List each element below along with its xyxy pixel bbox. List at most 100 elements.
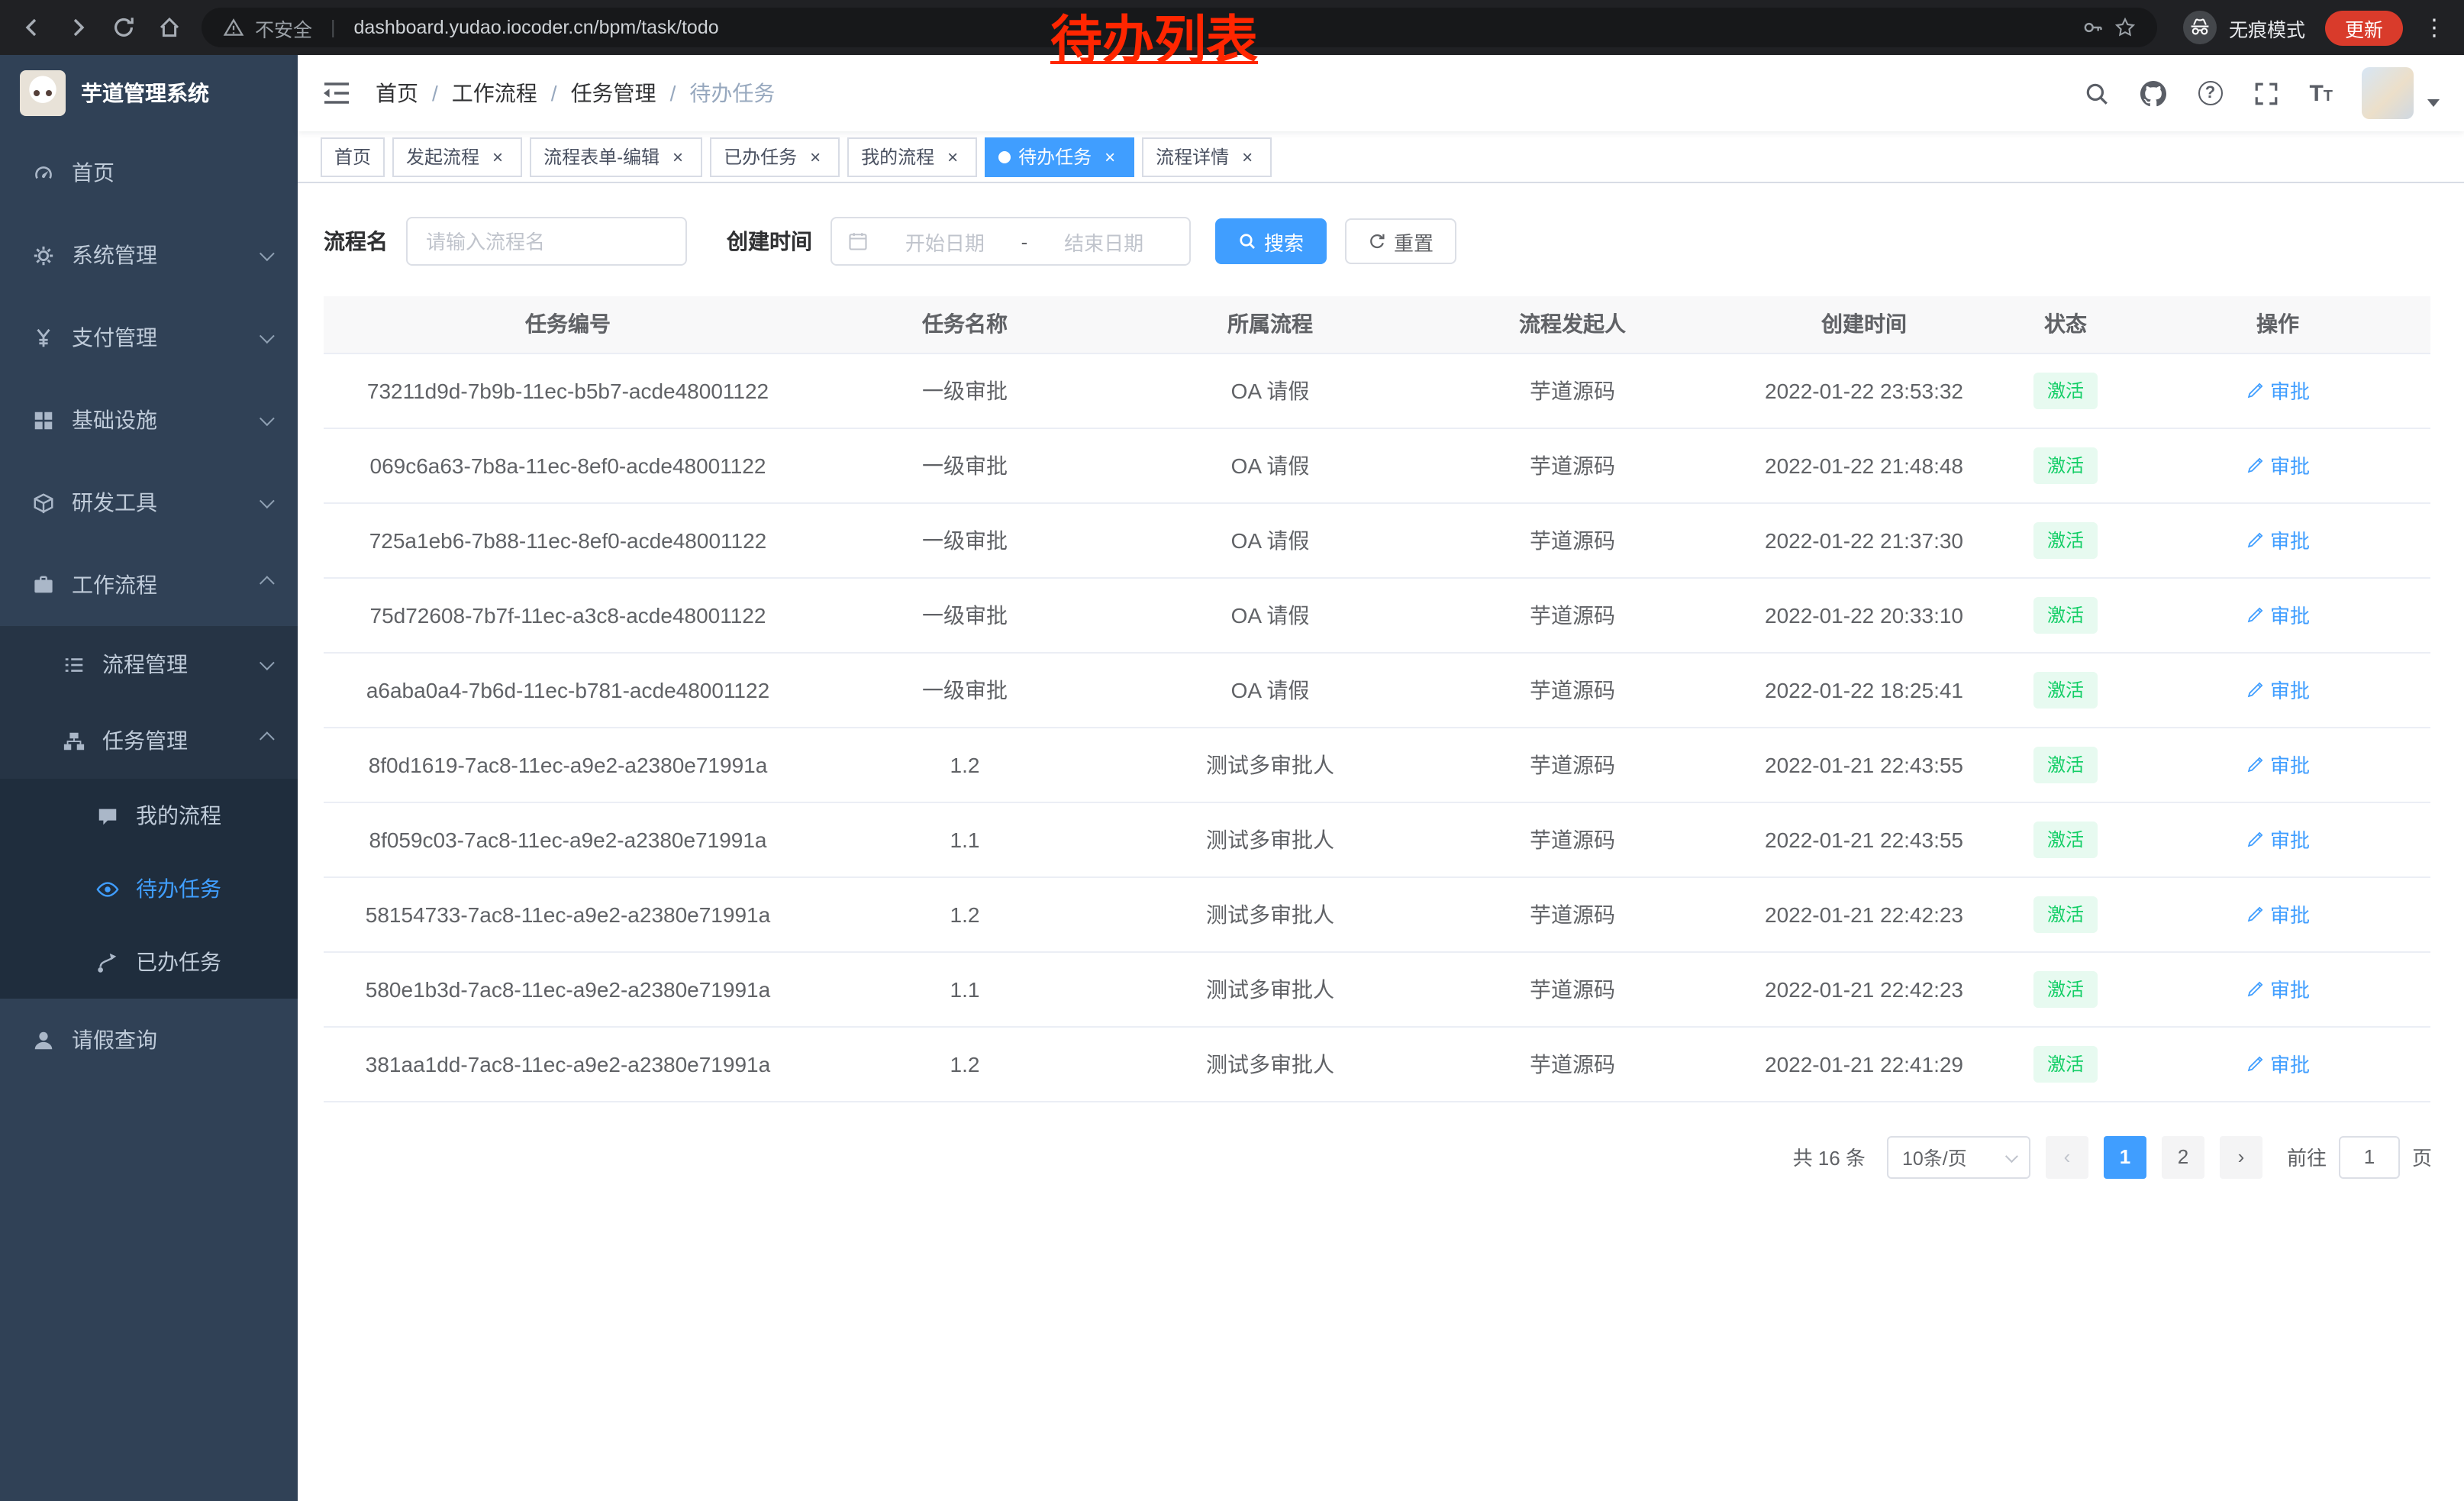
approve-link[interactable]: 审批 xyxy=(2246,600,2310,629)
cell-actions: 审批 xyxy=(2125,502,2430,577)
app-logo-row[interactable]: 芋道管理系统 xyxy=(0,55,298,131)
range-separator: - xyxy=(1021,230,1028,253)
list-icon xyxy=(61,652,85,676)
forward-button[interactable] xyxy=(64,15,90,40)
sidebar-item-workflow[interactable]: 工作流程 xyxy=(0,544,298,626)
approve-link[interactable]: 审批 xyxy=(2246,376,2310,405)
tab-done-tasks[interactable]: 已办任务 × xyxy=(710,137,840,176)
page-button-1[interactable]: 1 xyxy=(2104,1135,2146,1178)
sidebar-item-todo-tasks[interactable]: 待办任务 xyxy=(0,852,298,925)
close-icon[interactable]: × xyxy=(487,146,508,167)
browser-update-button[interactable]: 更新 xyxy=(2325,10,2403,45)
page-button-2[interactable]: 2 xyxy=(2162,1135,2204,1178)
tab-form-edit[interactable]: 流程表单-编辑 × xyxy=(530,137,702,176)
incognito-indicator: 无痕模式 xyxy=(2183,11,2305,44)
breadcrumb-item-task-mgmt[interactable]: 任务管理 xyxy=(571,78,656,108)
help-icon[interactable]: ? xyxy=(2196,79,2224,107)
table-row: 381aa1dd-7ac8-11ec-a9e2-a2380e71991a 1.2… xyxy=(324,1026,2430,1101)
prev-page-button[interactable]: ‹ xyxy=(2046,1135,2088,1178)
sidebar-item-label: 流程管理 xyxy=(102,649,188,679)
cell-task-id: 725a1eb6-7b88-11ec-8ef0-acde48001122 xyxy=(324,502,812,577)
breadcrumb-item-workflow[interactable]: 工作流程 xyxy=(452,78,537,108)
cell-status: 激活 xyxy=(2006,1026,2125,1101)
sidebar-item-task-mgmt[interactable]: 任务管理 xyxy=(0,702,298,779)
org-icon xyxy=(61,728,85,753)
reset-button[interactable]: 重置 xyxy=(1345,218,1456,264)
approve-link[interactable]: 审批 xyxy=(2246,1049,2310,1078)
cell-task-name: 一级审批 xyxy=(812,353,1118,428)
cell-status: 激活 xyxy=(2006,876,2125,951)
sidebar-item-devtools[interactable]: 研发工具 xyxy=(0,461,298,544)
table-row: 8f059c03-7ac8-11ec-a9e2-a2380e71991a 1.1… xyxy=(324,802,2430,876)
cell-task-name: 1.1 xyxy=(812,951,1118,1026)
date-range-picker[interactable]: 开始日期 - 结束日期 xyxy=(830,217,1191,266)
page-size-select[interactable]: 10条/页 xyxy=(1887,1135,2030,1178)
breadcrumb-item-home[interactable]: 首页 xyxy=(376,78,418,108)
goto-page-input[interactable] xyxy=(2339,1135,2400,1178)
cell-starter: 芋道源码 xyxy=(1423,652,1722,727)
approve-link-label: 审批 xyxy=(2270,974,2310,1003)
table-row: 580e1b3d-7ac8-11ec-a9e2-a2380e71991a 1.1… xyxy=(324,951,2430,1026)
total-count-label: 共 16 条 xyxy=(1793,1142,1866,1171)
sidebar-item-payment[interactable]: 支付管理 xyxy=(0,296,298,379)
reload-button[interactable] xyxy=(110,15,136,40)
close-icon[interactable]: × xyxy=(1237,146,1258,167)
close-icon[interactable]: × xyxy=(942,146,963,167)
tab-start-process[interactable]: 发起流程 × xyxy=(392,137,522,176)
tab-home[interactable]: 首页 xyxy=(321,137,385,176)
tab-todo-tasks[interactable]: 待办任务 × xyxy=(985,137,1134,176)
approve-link[interactable]: 审批 xyxy=(2246,974,2310,1003)
cell-flow: 测试多审批人 xyxy=(1118,727,1423,802)
tab-process-detail[interactable]: 流程详情 × xyxy=(1142,137,1272,176)
status-badge: 激活 xyxy=(2033,372,2098,408)
search-icon[interactable] xyxy=(2083,79,2111,107)
approve-link[interactable]: 审批 xyxy=(2246,750,2310,779)
cell-actions: 审批 xyxy=(2125,428,2430,502)
back-button[interactable] xyxy=(18,15,44,40)
bookmark-star-icon[interactable] xyxy=(2114,17,2136,38)
sidebar-item-home[interactable]: 首页 xyxy=(0,131,298,214)
filter-bar: 流程名 创建时间 开始日期 - 结束日期 搜索 重 xyxy=(324,217,2438,266)
browser-menu-button[interactable]: ⋮ xyxy=(2423,16,2446,39)
approve-link[interactable]: 审批 xyxy=(2246,450,2310,479)
cell-actions: 审批 xyxy=(2125,951,2430,1026)
sidebar-item-system[interactable]: 系统管理 xyxy=(0,214,298,296)
chevron-down-icon xyxy=(260,654,275,670)
table-row: 069c6a63-7b8a-11ec-8ef0-acde48001122 一级审… xyxy=(324,428,2430,502)
route-icon xyxy=(95,950,119,974)
next-page-button[interactable]: › xyxy=(2220,1135,2262,1178)
close-icon[interactable]: × xyxy=(805,146,826,167)
fullscreen-icon[interactable] xyxy=(2253,79,2280,107)
sidebar-item-leave-query[interactable]: 请假查询 xyxy=(0,999,298,1081)
collapse-sidebar-button[interactable] xyxy=(322,81,351,105)
process-name-input[interactable] xyxy=(406,217,687,266)
breadcrumb-separator: / xyxy=(551,81,557,105)
font-size-icon[interactable]: TT xyxy=(2309,82,2333,105)
sidebar-item-my-process[interactable]: 我的流程 xyxy=(0,779,298,852)
cell-created: 2022-01-21 22:43:55 xyxy=(1722,802,2006,876)
user-avatar[interactable] xyxy=(2362,67,2414,119)
cell-actions: 审批 xyxy=(2125,353,2430,428)
key-icon[interactable] xyxy=(2082,17,2104,38)
search-button[interactable]: 搜索 xyxy=(1215,218,1327,264)
github-icon[interactable] xyxy=(2140,79,2167,107)
cell-status: 激活 xyxy=(2006,951,2125,1026)
close-icon[interactable]: × xyxy=(667,146,689,167)
cell-task-id: 069c6a63-7b8a-11ec-8ef0-acde48001122 xyxy=(324,428,812,502)
cell-flow: OA 请假 xyxy=(1118,577,1423,652)
tab-my-process[interactable]: 我的流程 × xyxy=(847,137,977,176)
approve-link[interactable]: 审批 xyxy=(2246,899,2310,928)
home-button[interactable] xyxy=(156,15,182,40)
approve-link-label: 审批 xyxy=(2270,750,2310,779)
cell-starter: 芋道源码 xyxy=(1423,353,1722,428)
cell-task-id: 73211d9d-7b9b-11ec-b5b7-acde48001122 xyxy=(324,353,812,428)
sidebar-item-process-mgmt[interactable]: 流程管理 xyxy=(0,626,298,702)
approve-link[interactable]: 审批 xyxy=(2246,825,2310,854)
sidebar-item-done-tasks[interactable]: 已办任务 xyxy=(0,925,298,999)
cell-actions: 审批 xyxy=(2125,652,2430,727)
close-icon[interactable]: × xyxy=(1099,146,1121,167)
approve-link[interactable]: 审批 xyxy=(2246,525,2310,554)
approve-link[interactable]: 审批 xyxy=(2246,675,2310,704)
end-date-placeholder: 结束日期 xyxy=(1034,227,1174,256)
sidebar-item-infrastructure[interactable]: 基础设施 xyxy=(0,379,298,461)
